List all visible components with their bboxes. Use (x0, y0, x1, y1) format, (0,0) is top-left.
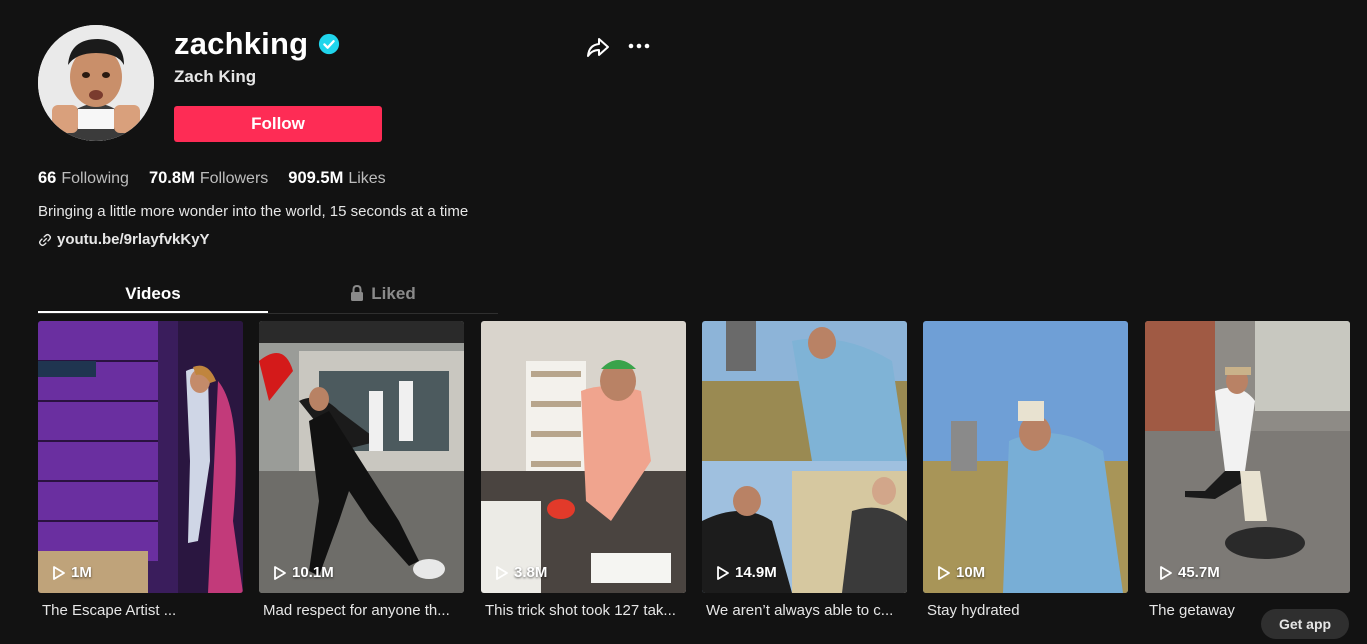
video-views: 10M (937, 564, 985, 581)
video-caption[interactable]: Stay hydrated (923, 602, 1127, 619)
video-views: 3.8M (495, 564, 547, 581)
video-card[interactable]: 10.1M Mad respect for anyone th... (259, 321, 464, 619)
follow-button[interactable]: Follow (174, 106, 382, 142)
tab-liked-label: Liked (371, 284, 416, 303)
link-icon (38, 233, 52, 246)
verified-badge-icon (319, 33, 340, 55)
video-card[interactable]: 1M The Escape Artist ... (38, 321, 243, 619)
video-views-count: 14.9M (735, 564, 777, 581)
video-thumbnail[interactable]: 10.1M (259, 321, 464, 593)
video-views-count: 3.8M (514, 564, 548, 581)
profile-link[interactable]: youtu.be/9rlayfvkKyY (38, 231, 210, 248)
video-caption[interactable]: We aren’t always able to c... (702, 602, 906, 619)
video-views-count: 10.1M (292, 564, 334, 581)
tab-liked[interactable]: Liked (268, 278, 498, 313)
video-views-count: 45.7M (1178, 564, 1220, 581)
video-views: 1M (52, 564, 92, 581)
profile-username: zachking (174, 26, 340, 62)
share-icon[interactable] (585, 34, 611, 60)
stat-following[interactable]: 66 Following (38, 169, 129, 188)
video-caption[interactable]: This trick shot took 127 tak... (481, 602, 685, 619)
video-thumbnail[interactable]: 10M (923, 321, 1128, 593)
video-caption[interactable]: Mad respect for anyone th... (259, 602, 463, 619)
video-views: 45.7M (1159, 564, 1220, 581)
play-icon (496, 565, 508, 580)
video-card[interactable]: 10M Stay hydrated (923, 321, 1128, 619)
video-views: 14.9M (716, 564, 777, 581)
profile-link-text: youtu.be/9rlayfvkKyY (57, 231, 210, 248)
play-icon (53, 565, 65, 580)
video-caption[interactable]: The Escape Artist ... (38, 602, 242, 619)
play-icon (274, 565, 286, 580)
video-thumbnail[interactable]: 1M (38, 321, 243, 593)
video-thumbnail[interactable]: 3.8M (481, 321, 686, 593)
profile-bio: Bringing a little more wonder into the w… (38, 203, 469, 220)
play-icon (717, 565, 729, 580)
more-options-icon[interactable] (626, 34, 652, 60)
profile-tabs: Videos Liked (38, 278, 498, 314)
get-app-button[interactable]: Get app (1261, 609, 1349, 639)
video-card[interactable]: 14.9M We aren’t always able to c... (702, 321, 907, 619)
profile-display-name: Zach King (174, 67, 257, 86)
stat-followers[interactable]: 70.8M Followers (149, 169, 268, 188)
video-views-count: 10M (956, 564, 986, 581)
video-card[interactable]: 45.7M The getaway (1145, 321, 1350, 619)
video-thumbnail[interactable]: 45.7M (1145, 321, 1350, 593)
lock-icon (351, 285, 364, 301)
tab-videos[interactable]: Videos (38, 278, 268, 313)
video-card[interactable]: 3.8M This trick shot took 127 tak... (481, 321, 686, 619)
video-thumbnail[interactable]: 14.9M (702, 321, 907, 593)
play-icon (1160, 565, 1172, 580)
video-views-count: 1M (71, 564, 92, 581)
stat-likes: 909.5M Likes (288, 169, 386, 187)
username-text: zachking (174, 26, 309, 61)
play-icon (938, 565, 950, 580)
video-views: 10.1M (273, 564, 334, 581)
profile-stats: 66 Following 70.8M Followers 909.5M Likes (38, 169, 386, 188)
profile-avatar[interactable] (38, 25, 154, 141)
